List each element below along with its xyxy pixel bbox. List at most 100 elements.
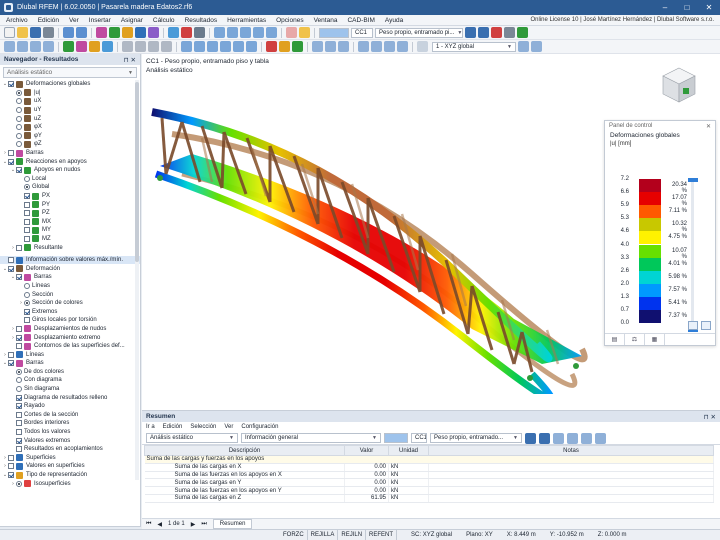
radio-button[interactable]	[16, 386, 22, 393]
tree-item[interactable]: Líneas	[0, 282, 140, 291]
radio-button[interactable]	[16, 377, 22, 384]
radio-button[interactable]	[24, 175, 30, 182]
view-3d-icon[interactable]	[397, 41, 408, 52]
table-row[interactable]: Suma de las cargas en Z 61.95 kN	[144, 494, 714, 503]
dimension-icon[interactable]	[89, 41, 100, 52]
checkbox[interactable]	[8, 150, 14, 157]
tree-item[interactable]: PX	[0, 192, 140, 201]
tree-item[interactable]: › Sección de colores	[0, 299, 140, 308]
rotate-icon[interactable]	[30, 41, 41, 52]
checkbox[interactable]	[16, 420, 22, 427]
checkbox[interactable]	[24, 235, 30, 242]
checkbox[interactable]	[8, 463, 14, 470]
checkbox[interactable]	[16, 446, 22, 453]
first-page-icon[interactable]: ⏮	[146, 521, 151, 528]
close-icon[interactable]: ✕	[706, 123, 711, 130]
menu-insertar[interactable]: Insertar	[89, 17, 111, 24]
minimize-button[interactable]: –	[654, 0, 676, 15]
tree-item[interactable]: |u|	[0, 89, 140, 98]
tab-factors-icon[interactable]: ⚖	[625, 334, 645, 345]
solid-icon[interactable]	[148, 27, 159, 38]
tree-item[interactable]: ⌄ Reacciones en apoyos	[0, 157, 140, 166]
checkbox[interactable]	[16, 244, 22, 251]
tree-item[interactable]: Todos los valores	[0, 428, 140, 437]
tree-item[interactable]: PZ	[0, 209, 140, 218]
menu-opciones[interactable]: Opciones	[276, 17, 303, 24]
tree-item[interactable]: Local	[0, 175, 140, 184]
guide-icon[interactable]	[102, 41, 113, 52]
status-forzc-button[interactable]: FORZC	[280, 530, 308, 540]
table-row[interactable]: Suma de las cargas en X 0.00 kN	[144, 463, 714, 472]
checkbox[interactable]	[24, 227, 30, 234]
menu-archivo[interactable]: Archivo	[6, 17, 28, 24]
maximize-button[interactable]: □	[676, 0, 698, 15]
navigator-analysis-combo[interactable]: Análisis estático ▼	[3, 67, 137, 78]
tree-item[interactable]: MY	[0, 226, 140, 235]
radio-button[interactable]	[16, 368, 22, 375]
menu-herramientas[interactable]: Herramientas	[227, 17, 266, 24]
checkbox[interactable]	[16, 343, 22, 350]
save-icon[interactable]	[30, 27, 41, 38]
checkbox[interactable]	[24, 193, 30, 200]
tree-item[interactable]: Giros locales por torsión	[0, 316, 140, 325]
tree-item[interactable]: φY	[0, 132, 140, 141]
filter-icon[interactable]	[567, 432, 578, 444]
checkbox[interactable]	[16, 394, 22, 401]
tree-item[interactable]: Cortes de la sección	[0, 411, 140, 420]
support-icon[interactable]	[109, 27, 120, 38]
radio-button[interactable]	[24, 300, 30, 307]
radio-button[interactable]	[24, 184, 30, 191]
checkbox[interactable]	[16, 403, 22, 410]
legend-settings-icon[interactable]	[688, 321, 698, 330]
checkbox[interactable]	[8, 257, 14, 264]
checkbox[interactable]	[24, 308, 30, 315]
load-icon[interactable]	[122, 27, 133, 38]
checkbox[interactable]	[16, 325, 22, 332]
summary-analysis-combo[interactable]: Análisis estático ▼	[146, 433, 238, 443]
tree-item[interactable]: Global	[0, 183, 140, 192]
tab-filter-icon[interactable]: ▦	[645, 334, 665, 345]
radio-button[interactable]	[16, 115, 22, 122]
radio-button[interactable]	[16, 132, 22, 139]
ucs-edit-icon[interactable]	[531, 41, 542, 52]
summary-menu-edicion[interactable]: Edición	[163, 424, 183, 430]
tree-item[interactable]: ⌄ Tipo de representación	[0, 471, 140, 480]
export-icon[interactable]	[581, 432, 592, 444]
ucs-icon[interactable]	[518, 41, 529, 52]
menu-asignar[interactable]: Asignar	[121, 17, 143, 24]
ortho-icon[interactable]	[148, 41, 159, 52]
calculate-icon[interactable]	[168, 27, 179, 38]
checkbox[interactable]	[8, 81, 14, 88]
redo-icon[interactable]	[76, 27, 87, 38]
tree-item[interactable]: Sección	[0, 290, 140, 299]
menu-calculo[interactable]: Cálculo	[153, 17, 175, 24]
tree-item[interactable]: Diagrama de resultados relleno	[0, 393, 140, 402]
legend-scale-icon[interactable]	[701, 321, 711, 330]
previous-page-icon[interactable]: ◀	[157, 521, 162, 528]
col-value[interactable]: Valor	[344, 445, 389, 456]
col-description[interactable]: Descripción	[144, 445, 345, 456]
solid-view-icon[interactable]	[194, 41, 205, 52]
next-icon[interactable]	[539, 432, 550, 444]
radio-button[interactable]	[16, 480, 22, 487]
checkbox[interactable]	[16, 274, 22, 281]
print-icon[interactable]	[595, 432, 606, 444]
last-page-icon[interactable]: ⏭	[201, 521, 206, 528]
visibility-icon[interactable]	[246, 41, 257, 52]
tree-item[interactable]: › Barras	[0, 149, 140, 158]
tree-item[interactable]: ⌄ Apoyos en nudos	[0, 166, 140, 175]
filter-icon[interactable]	[517, 27, 528, 38]
view-front-icon[interactable]	[214, 27, 225, 38]
tree-item[interactable]: φZ	[0, 140, 140, 149]
tree-item[interactable]: MX	[0, 218, 140, 227]
tab-resumen[interactable]: Resumen	[212, 519, 253, 529]
copy-icon[interactable]	[43, 41, 54, 52]
menu-cad-bim[interactable]: CAD-BIM	[347, 17, 374, 24]
grid-icon[interactable]	[135, 41, 146, 52]
view-zoom-icon[interactable]	[266, 27, 277, 38]
print-icon[interactable]	[43, 27, 54, 38]
menu-ver[interactable]: Ver	[69, 17, 79, 24]
summary-lc-color[interactable]	[384, 433, 408, 443]
snap-icon[interactable]	[122, 41, 133, 52]
legend-slider-track[interactable]	[691, 179, 694, 329]
